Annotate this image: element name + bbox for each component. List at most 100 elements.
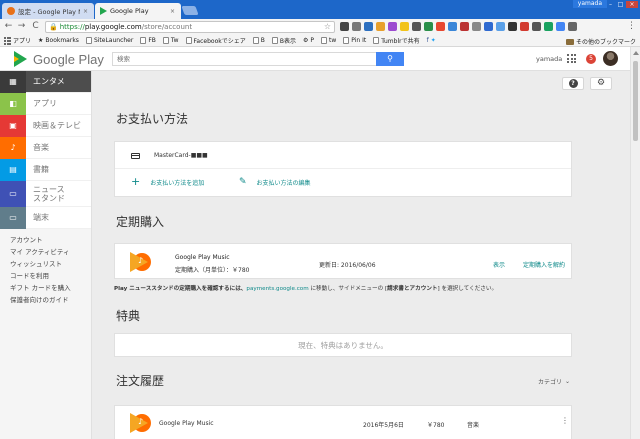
extension-icon[interactable] [448,22,457,31]
link-parent-guide[interactable]: 保護者向けのガイド [10,294,91,306]
bookmark-item[interactable]: Facebookでシェア [185,36,246,45]
page-icon [162,37,169,44]
scroll-up-icon[interactable] [633,51,639,55]
google-play-logo[interactable]: Google Play [14,51,104,67]
new-tab-button[interactable] [181,6,199,15]
bookmark-label: Tumblrで共有 [381,38,420,45]
forward-button[interactable]: → [16,21,27,32]
edit-payment-method-link[interactable]: ✎ お支払い方法の編集 [239,177,311,187]
extension-icon[interactable] [352,22,361,31]
payments-link[interactable]: payments.google.com [246,286,308,292]
link-my-activity[interactable]: マイ アクティビティ [10,246,91,258]
bookmark-item[interactable]: B表示 [271,36,296,45]
bookmark-label: B表示 [279,38,296,45]
settings-button[interactable]: ⚙ [590,77,612,90]
twitter-icon: ✦ [430,37,436,44]
order-row[interactable]: Google Play Music 2016年5月6日 ￥780 音楽 ⋮ [114,405,572,439]
search-input[interactable] [113,53,373,65]
page-icon [85,37,92,44]
left-nav: ▦ エンタメ ◧ アプリ ▣ 映画＆テレビ ♪ 音楽 ▤ 書籍 ▭ ニュース スタ… [0,70,92,439]
play-music-icon [130,413,151,433]
extension-icon[interactable] [388,22,397,31]
other-bookmarks[interactable]: その他のブックマーク [565,37,636,46]
extension-icon[interactable] [424,22,433,31]
bookmark-item[interactable]: ★ Bookmarks [38,37,79,44]
google-apps-icon[interactable] [567,54,576,63]
view-subscription-link[interactable]: 表示 [493,260,505,269]
more-options-icon[interactable]: ⋮ [561,417,569,425]
extension-icon[interactable] [472,22,481,31]
bookmark-label: アプリ [13,38,32,45]
card-brand: MasterCard- [154,152,191,159]
nav-item-movies-tv[interactable]: ▣ 映画＆テレビ [0,114,91,137]
extension-icon[interactable] [568,22,577,31]
book-icon: ▤ [0,158,26,181]
bookmark-item[interactable]: B [252,37,265,44]
tab-title: Google Play [110,7,149,15]
bookmark-item[interactable]: tw [320,37,336,44]
link-wishlist[interactable]: ウィッシュリスト [10,258,91,270]
profile-name-badge[interactable]: yamada [572,0,607,8]
apps-grid-icon [4,37,11,45]
extension-icon[interactable] [400,22,409,31]
extension-icon[interactable] [556,22,565,31]
extension-icon[interactable] [364,22,373,31]
bookmark-item[interactable]: FB [140,37,156,44]
google-play-favicon-icon [100,7,107,15]
extension-icon[interactable] [436,22,445,31]
folder-icon [565,38,574,45]
nav-item-music[interactable]: ♪ 音楽 [0,136,91,159]
help-button[interactable]: ? [562,77,584,90]
bookmark-apps[interactable]: アプリ [4,36,31,45]
minimize-button[interactable]: – [606,1,615,8]
tab-google-play[interactable]: Google Play × [95,3,181,19]
facebook-icon: f [426,37,429,44]
nav-item-devices[interactable]: ▭ 端末 [0,206,91,229]
bookmark-item[interactable]: f ✦ [427,37,436,44]
extension-icon[interactable] [520,22,529,31]
bookmark-item[interactable]: Pin It [343,37,366,44]
nav-item-apps[interactable]: ◧ アプリ [0,92,91,115]
close-window-button[interactable]: × [626,1,638,8]
bookmark-item[interactable]: Tumblrで共有 [373,36,420,45]
bookmark-item[interactable]: Tw [162,37,179,44]
reload-button[interactable]: C [30,21,41,32]
add-payment-method-link[interactable]: + お支払い方法を追加 [131,176,204,187]
nav-item-books[interactable]: ▤ 書籍 [0,158,91,181]
extension-icon[interactable] [412,22,421,31]
cancel-subscription-link[interactable]: 定期購入を解約 [523,260,565,269]
extension-icon[interactable] [376,22,385,31]
extension-icon[interactable] [484,22,493,31]
avatar[interactable] [603,51,618,66]
extension-icon[interactable] [508,22,517,31]
scrollbar-thumb[interactable] [633,61,638,141]
nav-item-entertainment[interactable]: ▦ エンタメ [0,70,91,93]
extension-icon[interactable] [532,22,541,31]
search-button[interactable]: ⚲ [376,52,404,66]
extension-icon[interactable] [460,22,469,31]
extension-icon[interactable] [544,22,553,31]
notifications-badge[interactable]: 5 [586,54,596,64]
address-bar[interactable]: 🔒 https:// play.google.com /store/accoun… [45,21,335,33]
link-redeem[interactable]: コードを利用 [10,270,91,282]
bookmark-item[interactable]: SiteLauncher [85,37,133,44]
devices-icon: ▭ [0,206,26,229]
tab-play-music-settings[interactable]: 設定 - Google Play Music × [2,3,94,19]
extension-icon[interactable] [496,22,505,31]
link-account[interactable]: アカウント [10,234,91,246]
page-scrollbar[interactable] [630,47,640,439]
browser-menu-icon[interactable]: ⋮ [627,21,636,32]
back-button[interactable]: ← [3,21,14,32]
url-path: /store/account [141,23,193,31]
nav-item-newsstand[interactable]: ▭ ニュース スタンド [0,180,91,207]
maximize-button[interactable]: □ [616,1,625,8]
extension-icon[interactable] [340,22,349,31]
nav-label-line: ニュース [33,184,65,194]
category-dropdown[interactable]: カテゴリ ⌄ [538,377,570,386]
bookmark-item[interactable]: ⚙ P [303,37,314,44]
tab-close-icon[interactable]: × [83,8,88,15]
credit-card-icon [131,152,140,159]
tab-close-icon[interactable]: × [170,8,175,15]
bookmark-star-icon[interactable]: ☆ [324,22,331,32]
link-buy-gift-card[interactable]: ギフト カードを購入 [10,282,91,294]
